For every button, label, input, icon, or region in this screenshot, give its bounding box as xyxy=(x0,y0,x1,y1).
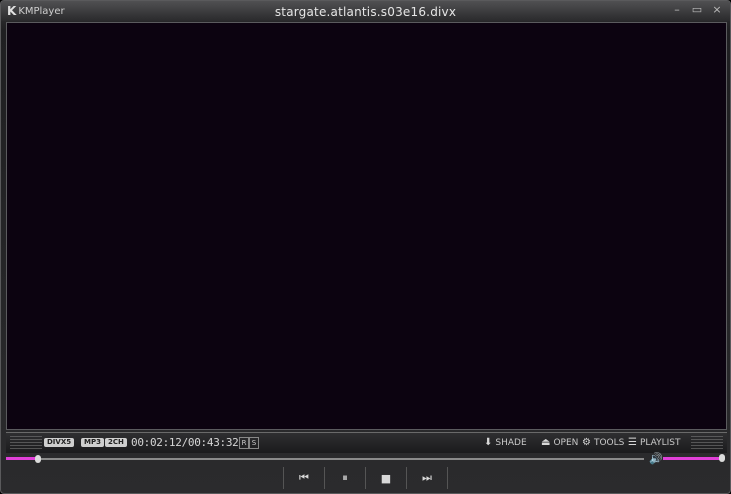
seek-bar[interactable] xyxy=(6,455,644,463)
player-window: K KMPlayer stargate.atlantis.s03e16.divx… xyxy=(0,0,731,494)
playlist-label: PLAYLIST xyxy=(639,437,681,448)
tools-label: TOOLS xyxy=(593,437,625,448)
open-label: OPEN xyxy=(553,437,579,448)
pause-button[interactable]: ⏸ xyxy=(324,467,365,489)
list-icon: ☰ xyxy=(628,437,637,448)
close-button[interactable]: × xyxy=(710,3,724,17)
next-button[interactable]: ⏭ xyxy=(406,467,448,489)
repeat-toggle[interactable]: R xyxy=(239,437,249,449)
playlist-button[interactable]: ☰ PLAYLIST xyxy=(628,437,680,448)
seek-handle[interactable] xyxy=(35,455,41,463)
seek-track xyxy=(40,458,644,460)
audio-codec-badge[interactable]: MP3 xyxy=(81,438,104,447)
stop-icon: ■ xyxy=(380,471,392,485)
time-display[interactable]: 00:02:12/00:43:32 xyxy=(131,436,239,449)
volume-handle[interactable] xyxy=(719,454,725,462)
seek-progress xyxy=(6,457,38,460)
video-codec-badge[interactable]: DIVX5 xyxy=(44,438,75,447)
gear-icon: ⚙ xyxy=(582,437,591,448)
open-button[interactable]: ⏏ OPEN xyxy=(541,437,578,448)
left-grip xyxy=(10,436,42,450)
download-icon: ⬇ xyxy=(484,437,493,448)
shade-label: SHADE xyxy=(495,437,527,448)
playback-controls: ⏮ ⏸ ■ ⏭ xyxy=(283,467,448,489)
title-bar[interactable]: K KMPlayer stargate.atlantis.s03e16.divx… xyxy=(1,1,730,21)
skip-back-icon: ⏮ xyxy=(299,471,309,484)
channels-badge[interactable]: 2CH xyxy=(105,438,127,447)
maximize-button[interactable]: ▭ xyxy=(690,3,704,17)
volume-slider[interactable] xyxy=(663,457,723,460)
shade-button[interactable]: ⬇ SHADE xyxy=(484,437,527,448)
previous-button[interactable]: ⏮ xyxy=(283,467,324,489)
pause-icon: ⏸ xyxy=(342,471,348,484)
status-bar: DIVX5 MP3 2CH 00:02:12/00:43:32 R S ⬇ SH… xyxy=(6,432,727,453)
minimize-button[interactable]: – xyxy=(670,3,684,17)
video-area[interactable] xyxy=(6,22,727,430)
eject-icon: ⏏ xyxy=(541,437,551,448)
skip-forward-icon: ⏭ xyxy=(422,471,432,484)
speaker-icon[interactable]: 🔊 xyxy=(649,452,663,465)
window-buttons: – ▭ × xyxy=(670,3,724,17)
right-grip xyxy=(691,436,723,450)
shuffle-toggle[interactable]: S xyxy=(249,437,259,449)
stop-button[interactable]: ■ xyxy=(365,467,406,489)
tools-button[interactable]: ⚙ TOOLS xyxy=(582,437,624,448)
window-title: stargate.atlantis.s03e16.divx xyxy=(274,5,457,19)
